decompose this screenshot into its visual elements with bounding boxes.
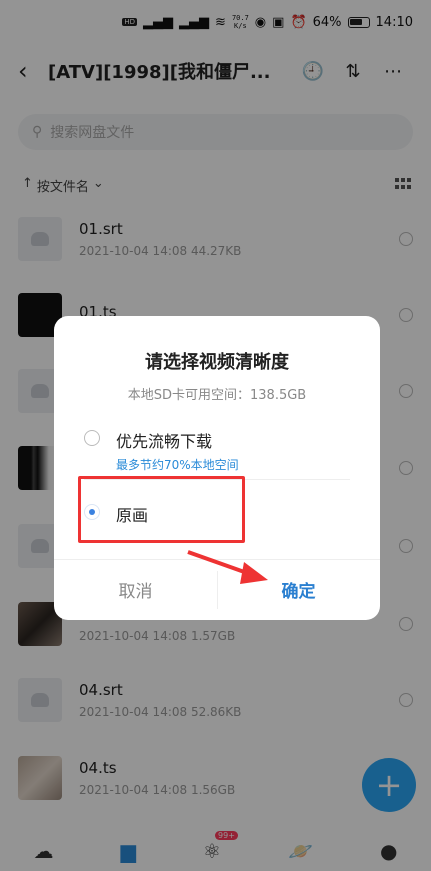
option-smooth[interactable]: 优先流畅下载 最多节约70%本地空间: [84, 428, 239, 473]
option-smooth-label: 优先流畅下载: [116, 432, 213, 451]
storage-info: 本地SD卡可用空间：138.5GB: [127, 388, 307, 403]
annotation-arrow-icon: [187, 550, 268, 584]
option-smooth-note: 最多节约70%本地空间: [116, 458, 239, 472]
option-smooth-radio[interactable]: [84, 430, 100, 446]
highlight-box: [78, 476, 245, 543]
dialog-title: 请选择视频清晰度: [145, 352, 289, 373]
